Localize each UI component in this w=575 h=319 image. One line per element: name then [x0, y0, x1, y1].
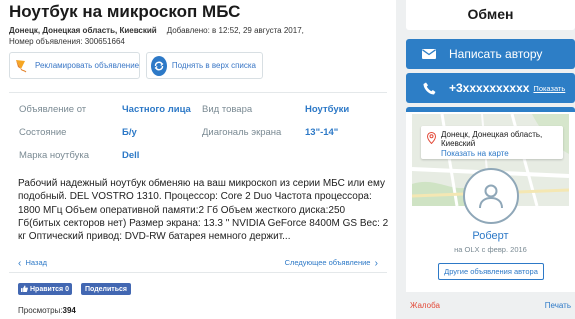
ad-title: Ноутбук на микроскоп МБС	[9, 2, 241, 21]
views-counter: Просмотры:394	[18, 306, 76, 315]
other-ads-button[interactable]: Другие объявления автора	[438, 263, 544, 280]
detail-value-laptop-brand[interactable]: Dell	[122, 150, 139, 161]
detail-label-product-type: Вид товара	[202, 104, 253, 115]
views-count: 394	[62, 306, 76, 315]
facebook-like-button[interactable]: Нравится 0	[18, 283, 72, 295]
detail-value-product-type[interactable]: Ноутбуки	[305, 104, 349, 115]
share-label: Поделиться	[85, 285, 128, 293]
member-since: на OLX с февр. 2016	[454, 245, 527, 254]
divider	[9, 272, 387, 273]
detail-label-condition: Состояние	[19, 127, 67, 138]
detail-value-condition[interactable]: Б/у	[122, 127, 137, 138]
chevron-left-icon: ‹	[18, 258, 22, 269]
refresh-icon	[151, 55, 167, 76]
detail-label-screen-diagonal: Диагональ экрана	[202, 127, 282, 138]
author-name[interactable]: Роберт	[406, 230, 575, 242]
phone-button[interactable]: +3xxxxxxxxxx Показать	[406, 73, 575, 103]
views-label: Просмотры:	[18, 306, 63, 315]
show-phone-link[interactable]: Показать	[533, 84, 565, 93]
kite-icon	[14, 57, 30, 75]
show-on-map-link[interactable]: Показать на карте	[441, 149, 509, 158]
detail-label-laptop-brand: Марка ноутбука	[19, 150, 90, 161]
detail-value-screen-diagonal[interactable]: 13"-14"	[305, 127, 338, 138]
seller-sidebar: Обмен Написать автору +3xxxxxxxxxx Показ…	[406, 0, 575, 319]
ad-number: Номер объявления: 300651664	[9, 37, 125, 46]
ad-meta: Донецк, Донецкая область, Киевский Добавл…	[9, 26, 304, 35]
chevron-right-icon: ›	[374, 258, 378, 269]
raise-ad-button[interactable]: Поднять в верх списка	[146, 52, 263, 79]
previous-ad-link[interactable]: ‹ Назад	[18, 258, 47, 269]
user-avatar-icon[interactable]	[463, 168, 519, 224]
phone-icon	[421, 82, 437, 95]
detail-label-offer-from: Объявление от	[19, 104, 87, 115]
complain-link[interactable]: Жалоба	[410, 301, 440, 310]
thumbs-up-icon	[21, 284, 28, 294]
next-ad-link[interactable]: Следующее объявление ›	[285, 258, 378, 269]
seller-card: Донецк, Донецкая область, Киевский Показ…	[406, 112, 575, 292]
detail-value-offer-from[interactable]: Частного лица	[122, 104, 191, 115]
promote-ad-label: Рекламировать объявление	[35, 61, 140, 70]
previous-ad-label: Назад	[25, 258, 48, 267]
write-author-label: Написать автору	[449, 47, 543, 61]
next-ad-label: Следующее объявление	[284, 258, 371, 267]
raise-ad-label: Поднять в верх списка	[171, 61, 256, 70]
like-label: Нравится 0	[30, 285, 69, 293]
phone-number: +3xxxxxxxxxx	[449, 81, 530, 95]
write-author-button[interactable]: Написать автору	[406, 39, 575, 69]
exchange-badge: Обмен	[406, 0, 575, 30]
ad-description: Рабочий надежный ноутбук обменяю на ваш …	[18, 178, 389, 243]
divider	[9, 92, 387, 93]
ad-location: Донецк, Донецкая область, Киевский	[9, 26, 157, 35]
ad-added-date: Добавлено: в 12:52, 29 августа 2017,	[166, 26, 304, 35]
envelope-icon	[421, 49, 437, 59]
ad-main-panel: Ноутбук на микроскоп МБС Донецк, Донецка…	[0, 0, 396, 319]
location-box: Донецк, Донецкая область, Киевский Показ…	[421, 126, 563, 159]
print-link[interactable]: Печать	[545, 301, 571, 310]
location-address: Донецк, Донецкая область, Киевский	[441, 130, 543, 148]
facebook-share-button[interactable]: Поделиться	[81, 283, 132, 295]
promote-ad-button[interactable]: Рекламировать объявление	[9, 52, 140, 79]
